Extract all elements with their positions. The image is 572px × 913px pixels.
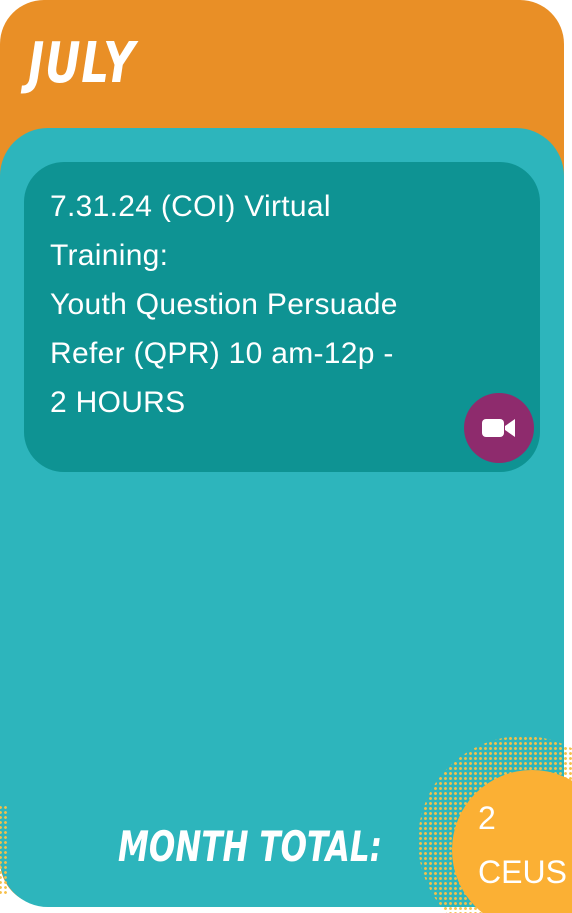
video-meeting-badge[interactable] — [464, 393, 534, 463]
ceu-count: 2 — [478, 800, 496, 836]
decorative-dots — [0, 805, 8, 895]
event-line: Refer (QPR) 10 am-12p - — [50, 337, 394, 370]
ceu-unit: CEUS — [478, 854, 567, 890]
event-line: 7.31.24 (COI) Virtual — [50, 190, 331, 223]
event-description: 7.31.24 (COI) Virtual Training: Youth Qu… — [50, 182, 520, 427]
calendar-month-page: JULY 7.31.24 (COI) Virtual Training: You… — [0, 0, 572, 913]
month-total-label: MONTH TOTAL: — [118, 822, 383, 871]
event-line: Youth Question Persuade — [50, 288, 398, 321]
month-title: JULY — [28, 31, 136, 96]
event-line: Training: — [50, 239, 169, 272]
video-camera-icon — [482, 419, 515, 437]
event-line: 2 HOURS — [50, 386, 186, 419]
event-card[interactable]: 7.31.24 (COI) Virtual Training: Youth Qu… — [24, 162, 540, 472]
